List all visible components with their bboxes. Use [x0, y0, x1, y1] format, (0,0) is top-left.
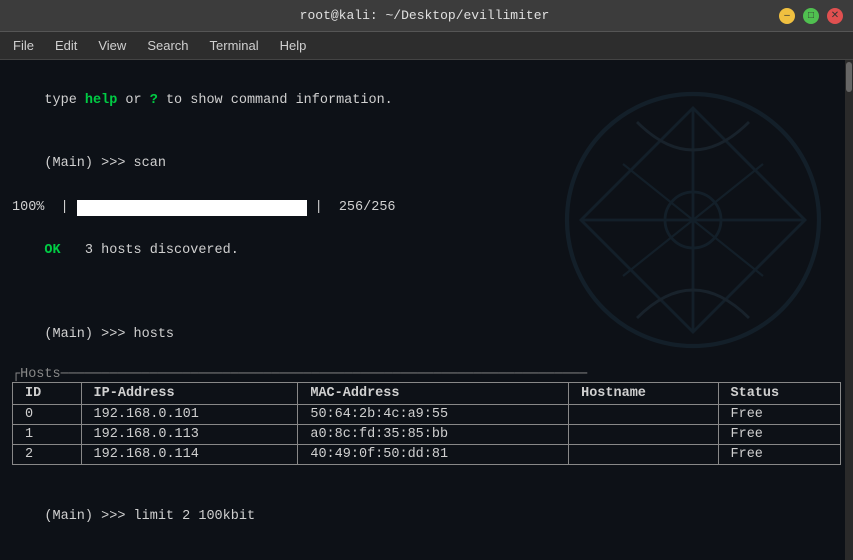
- table-row: 0 192.168.0.101 50:64:2b:4c:a9:55 Free: [13, 404, 841, 424]
- cell-id: 2: [13, 444, 82, 464]
- menu-help[interactable]: Help: [272, 36, 315, 55]
- titlebar: root@kali: ~/Desktop/evillimiter – □ ✕: [0, 0, 853, 32]
- maximize-button[interactable]: □: [803, 8, 819, 24]
- progress-percent: 100%: [12, 198, 44, 219]
- cell-ip: 192.168.0.113: [81, 424, 298, 444]
- cell-hostname: [569, 424, 718, 444]
- cell-ip: 192.168.0.114: [81, 444, 298, 464]
- empty-line-2: [12, 465, 841, 486]
- hosts-table-section: ┌Hosts──────────────────────────────────…: [12, 367, 841, 465]
- col-hostname: Hostname: [569, 382, 718, 404]
- terminal-content[interactable]: type help or ? to show command informati…: [0, 60, 853, 560]
- window-title: root@kali: ~/Desktop/evillimiter: [70, 8, 779, 23]
- window-controls: – □ ✕: [779, 8, 843, 24]
- cell-id: 0: [13, 404, 82, 424]
- close-button[interactable]: ✕: [827, 8, 843, 24]
- progress-line: 100% | | 256/256: [12, 198, 841, 219]
- scan-command-line: (Main) >>> scan: [12, 133, 841, 196]
- menu-edit[interactable]: Edit: [47, 36, 85, 55]
- menu-view[interactable]: View: [90, 36, 134, 55]
- menubar: File Edit View Search Terminal Help: [0, 32, 853, 60]
- col-status: Status: [718, 382, 841, 404]
- menu-terminal[interactable]: Terminal: [202, 36, 267, 55]
- hosts-border-top: ┌Hosts──────────────────────────────────…: [12, 367, 841, 382]
- table-row: 1 192.168.0.113 a0:8c:fd:35:85:bb Free: [13, 424, 841, 444]
- scrollbar-thumb[interactable]: [846, 62, 852, 92]
- col-id: ID: [13, 382, 82, 404]
- cell-status: Free: [718, 424, 841, 444]
- scrollbar[interactable]: [845, 60, 853, 560]
- col-mac: MAC-Address: [298, 382, 569, 404]
- cell-ip: 192.168.0.101: [81, 404, 298, 424]
- cell-status: Free: [718, 404, 841, 424]
- empty-line-1: [12, 283, 841, 304]
- progress-count: 256/256: [339, 198, 396, 219]
- hosts-discovered-line: OK 3 hosts discovered.: [12, 220, 841, 283]
- menu-file[interactable]: File: [5, 36, 42, 55]
- limit1-command-line: (Main) >>> limit 2 100kbit: [12, 486, 841, 549]
- menu-search[interactable]: Search: [139, 36, 196, 55]
- cell-mac: a0:8c:fd:35:85:bb: [298, 424, 569, 444]
- intro-line: type help or ? to show command informati…: [12, 70, 841, 133]
- cell-status: Free: [718, 444, 841, 464]
- cell-hostname: [569, 444, 718, 464]
- table-header-row: ID IP-Address MAC-Address Hostname Statu…: [13, 382, 841, 404]
- hosts-command-line: (Main) >>> hosts: [12, 304, 841, 367]
- cell-mac: 50:64:2b:4c:a9:55: [298, 404, 569, 424]
- cell-id: 1: [13, 424, 82, 444]
- progress-bar: [77, 200, 307, 216]
- table-row: 2 192.168.0.114 40:49:0f:50:dd:81 Free: [13, 444, 841, 464]
- cell-mac: 40:49:0f:50:dd:81: [298, 444, 569, 464]
- hosts-table: ID IP-Address MAC-Address Hostname Statu…: [12, 382, 841, 465]
- limit1-ok-line: OK 192.168.0.114 limited to 100kbit.: [12, 549, 841, 560]
- col-ip: IP-Address: [81, 382, 298, 404]
- cell-hostname: [569, 404, 718, 424]
- minimize-button[interactable]: –: [779, 8, 795, 24]
